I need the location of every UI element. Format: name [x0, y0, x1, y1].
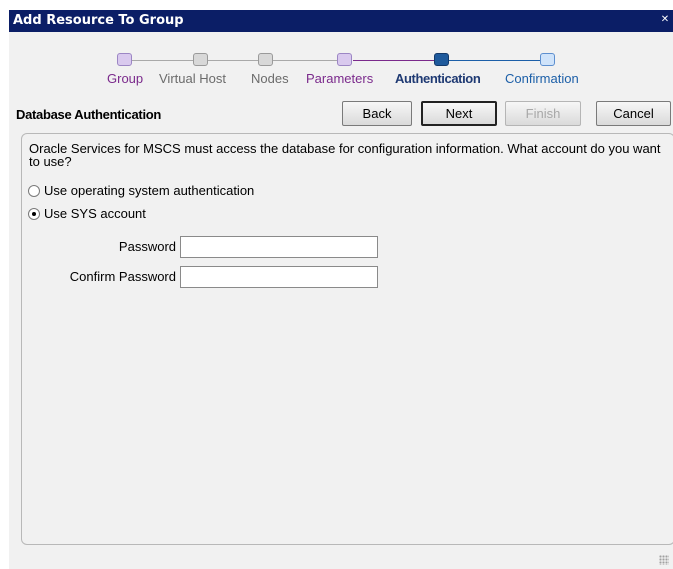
window-title: Add Resource To Group — [13, 13, 184, 28]
step-connector — [353, 60, 435, 61]
step-label-virtual-host: Virtual Host — [159, 71, 226, 86]
step-label-authentication: Authentication — [395, 71, 481, 86]
step-connector — [208, 60, 263, 61]
step-group-icon — [117, 53, 132, 66]
radio-sys-account[interactable] — [28, 208, 40, 220]
radio-os-auth[interactable] — [28, 185, 40, 197]
close-icon[interactable]: ✕ — [659, 13, 671, 27]
page-title: Database Authentication — [16, 107, 162, 122]
content-panel: Oracle Services for MSCS must access the… — [21, 133, 673, 545]
confirm-password-field[interactable] — [180, 266, 378, 288]
step-label-parameters: Parameters — [306, 71, 374, 86]
intro-text: Oracle Services for MSCS must access the… — [29, 141, 661, 169]
back-button[interactable]: Back — [342, 101, 412, 126]
sys-account-label: Use SYS account — [44, 206, 146, 221]
next-button[interactable]: Next — [421, 101, 497, 126]
step-connector — [449, 60, 541, 61]
os-auth-label: Use operating system authentication — [44, 183, 255, 198]
resize-grip-icon[interactable] — [659, 555, 669, 565]
step-confirmation-icon — [540, 53, 555, 66]
wizard-dialog: Group Virtual Host Nodes Parameters Auth… — [9, 32, 673, 569]
step-label-confirmation: Confirmation — [505, 71, 579, 86]
os-auth-option[interactable]: Use operating system authentication — [28, 183, 254, 198]
step-connector — [132, 60, 199, 61]
finish-button[interactable]: Finish — [505, 101, 581, 126]
step-nodes-icon — [258, 53, 273, 66]
step-authentication-icon — [434, 53, 449, 66]
confirm-password-label: Confirm Password — [69, 269, 176, 284]
wizard-steps: Group Virtual Host Nodes Parameters Auth… — [9, 32, 673, 92]
step-virtual-host-icon — [193, 53, 208, 66]
step-parameters-icon — [337, 53, 352, 66]
sys-account-option[interactable]: Use SYS account — [28, 206, 146, 221]
cancel-button[interactable]: Cancel — [596, 101, 671, 126]
password-field[interactable] — [180, 236, 378, 258]
title-bar: Add Resource To Group ✕ — [9, 10, 673, 32]
step-connector — [273, 60, 343, 61]
step-label-nodes: Nodes — [251, 71, 289, 86]
password-label: Password — [118, 239, 176, 254]
step-label-group: Group — [107, 71, 144, 86]
